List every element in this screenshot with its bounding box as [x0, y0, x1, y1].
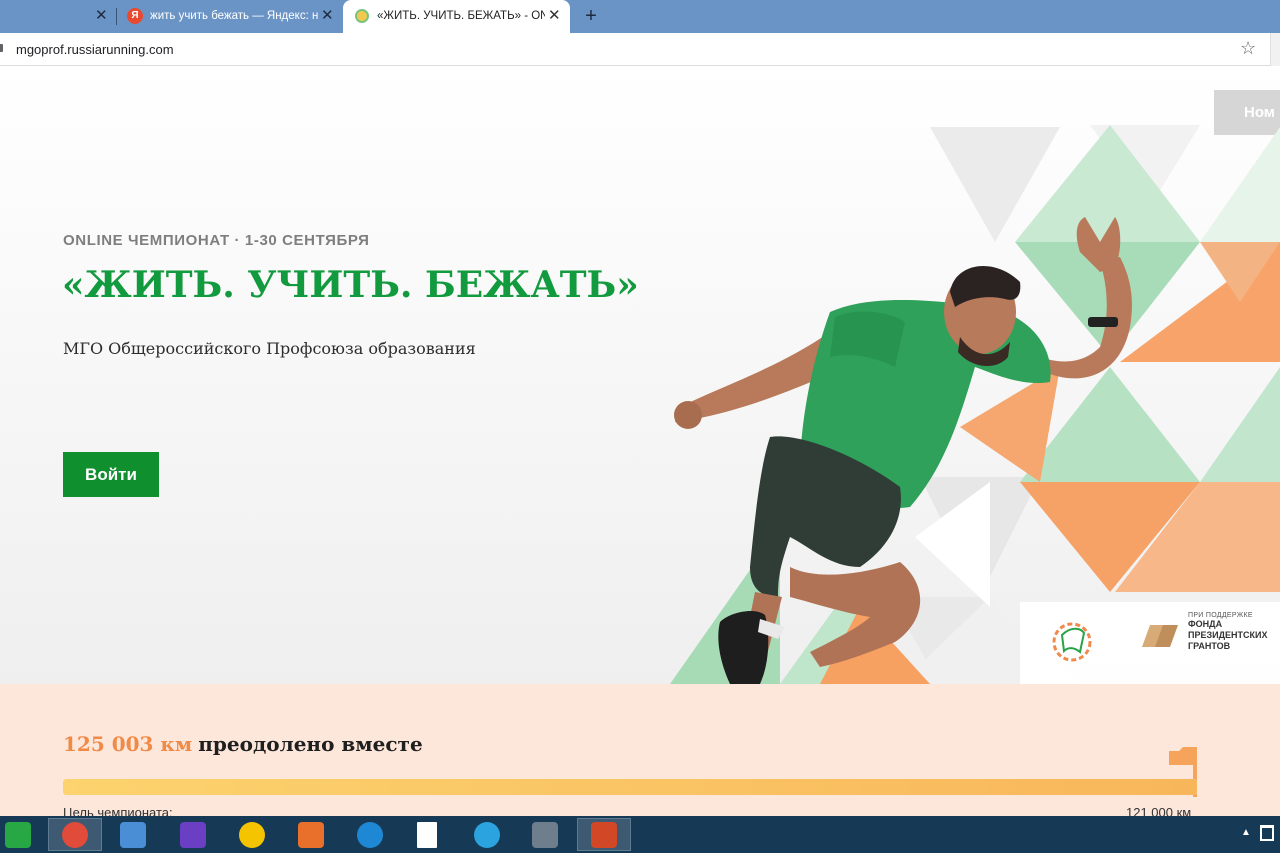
taskbar-item[interactable] — [225, 818, 279, 851]
scrollbar[interactable] — [1270, 33, 1280, 66]
taskbar-item[interactable] — [460, 818, 514, 851]
taskbar-item[interactable] — [166, 818, 220, 851]
control-panel-icon — [120, 821, 146, 848]
lock-icon[interactable] — [0, 44, 3, 52]
network-icon[interactable] — [1260, 825, 1274, 841]
sponsor-caption: ПРИ ПОДДЕРЖКЕ ФОНДА ПРЕЗИДЕНТСКИХ ГРАНТО… — [1148, 612, 1267, 652]
hero-illustration — [670, 125, 1280, 684]
taskbar-item[interactable] — [0, 818, 36, 851]
organizer-subtitle: МГО Общероссийского Профсоюза образовани… — [63, 339, 476, 358]
taskbar-item[interactable] — [518, 818, 572, 851]
tab-title: жить учить бежать — Яндекс: н — [150, 10, 319, 22]
bookmark-star-icon[interactable]: ☆ — [1240, 38, 1256, 59]
hero-section: Ном ONLINE ЧЕМПИОНАТ · 1-30 СЕНТЯБРЯ «ЖИ… — [0, 67, 1280, 684]
browser-tab-strip: ✕ Я жить учить бежать — Яндекс: н ✕ «ЖИТ… — [0, 0, 1280, 33]
close-tab-icon[interactable]: ✕ — [321, 6, 334, 24]
screenshot-tool-icon — [298, 821, 324, 848]
browser-tab-1[interactable]: ✕ — [0, 0, 116, 33]
login-button[interactable]: Войти — [63, 452, 159, 497]
progress-section: 125 003 км преодолено вместе Цель чемпион… — [0, 684, 1280, 820]
address-bar: mgoprof.russiarunning.com ☆ — [0, 33, 1280, 66]
edge-icon — [357, 821, 383, 848]
site-favicon-icon — [355, 9, 369, 23]
progress-bar — [63, 779, 1197, 795]
powerpoint-icon — [591, 821, 617, 848]
sponsor-line: ГРАНТОВ — [1188, 641, 1231, 651]
page-title: «ЖИТЬ. УЧИТЬ. БЕЖАТЬ» — [62, 264, 639, 306]
taskbar-item[interactable] — [400, 818, 454, 851]
blank-document-icon — [417, 821, 437, 848]
sponsor-line: ФОНДА — [1188, 619, 1223, 629]
browser-tab-yandex[interactable]: Я жить учить бежать — Яндекс: н ✕ — [116, 0, 340, 33]
chrome-icon — [62, 821, 88, 848]
progress-bar-fill — [63, 779, 1197, 795]
new-tab-button[interactable]: + — [580, 3, 602, 29]
browser-tab-active[interactable]: «ЖИТЬ. УЧИТЬ. БЕЖАТЬ» - ONL ✕ — [343, 0, 570, 33]
taskbar-item[interactable] — [577, 818, 631, 851]
taskbar: ▲ — [0, 816, 1280, 853]
start-button-icon — [5, 821, 31, 848]
tab-title: «ЖИТЬ. УЧИТЬ. БЕЖАТЬ» - ONL — [377, 10, 545, 22]
scanner-icon — [532, 821, 558, 848]
telegram-icon — [474, 821, 500, 848]
event-dates: ONLINE ЧЕМПИОНАТ · 1-30 СЕНТЯБРЯ — [63, 232, 370, 249]
close-tab-icon[interactable]: ✕ — [548, 6, 561, 24]
taskbar-item[interactable] — [48, 818, 102, 851]
1c-icon — [239, 821, 265, 848]
url-field[interactable]: mgoprof.russiarunning.com — [16, 42, 174, 57]
close-tab-icon[interactable]: ✕ — [95, 6, 108, 24]
taskbar-item[interactable] — [343, 818, 397, 851]
distance-caption: преодолено вместе — [198, 732, 423, 756]
settings-gear-icon — [180, 821, 206, 848]
taskbar-item[interactable] — [106, 818, 160, 851]
yandex-favicon-icon: Я — [127, 8, 143, 24]
distance-value: 125 003 км — [63, 732, 193, 756]
sponsor-line: ПРЕЗИДЕНТСКИХ — [1188, 630, 1268, 640]
distance-summary: 125 003 км преодолено вместе — [63, 732, 423, 756]
tray-expand-icon[interactable]: ▲ — [1241, 827, 1251, 838]
sponsor-small-text: ПРИ ПОДДЕРЖКЕ — [1188, 612, 1253, 619]
taskbar-item[interactable] — [284, 818, 338, 851]
